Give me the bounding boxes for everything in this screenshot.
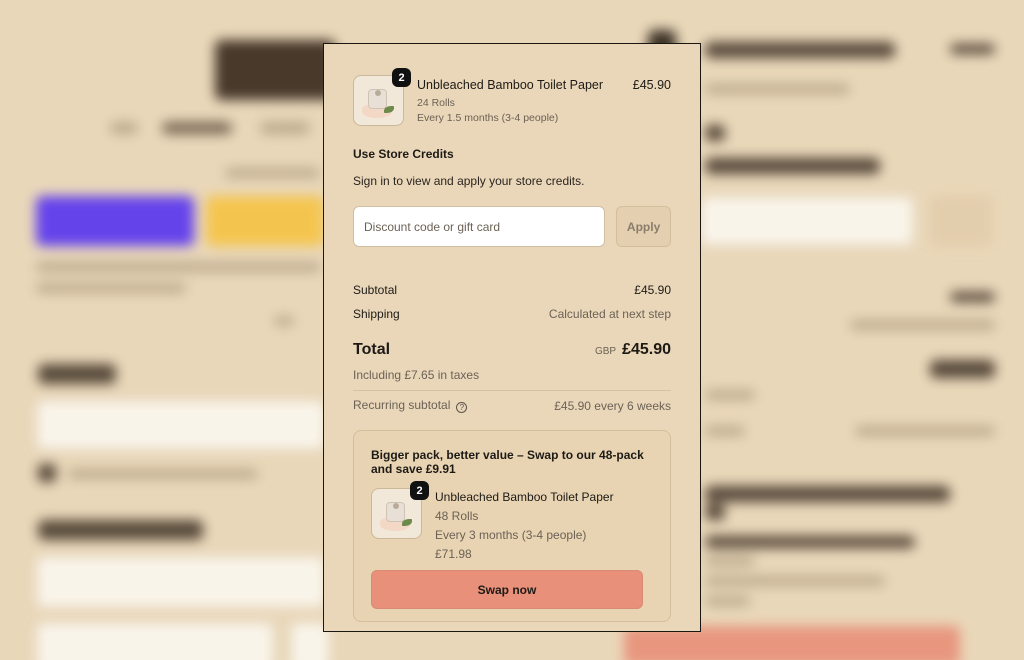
upsell-item-details: Unbleached Bamboo Toilet Paper 48 Rolls …	[435, 488, 653, 561]
total-amount: £45.90	[622, 341, 671, 358]
divider	[353, 390, 671, 391]
background-input	[36, 556, 326, 608]
discount-row: Apply	[353, 206, 671, 247]
background-text	[36, 283, 186, 293]
subtotal-row: Subtotal £45.90	[353, 283, 671, 297]
background-input	[36, 400, 326, 450]
subtotal-value: £45.90	[634, 283, 671, 297]
thumbnail-leaf	[384, 106, 394, 113]
shipping-row: Shipping Calculated at next step	[353, 307, 671, 321]
background-heading	[705, 486, 950, 502]
product-name: Unbleached Bamboo Toilet Paper	[417, 78, 604, 92]
background-text	[950, 292, 995, 302]
product-frequency: Every 1.5 months (3-4 people)	[417, 112, 559, 124]
background-heading	[38, 364, 116, 384]
background-breadcrumb	[162, 122, 232, 134]
background-text	[705, 556, 755, 566]
total-row: Total GBP £45.90	[353, 341, 671, 359]
upsell-title: Bigger pack, better value – Swap to our …	[371, 448, 644, 476]
background-text	[705, 576, 885, 586]
recurring-label-group: Recurring subtotal?	[353, 398, 468, 413]
upsell-card: Bigger pack, better value – Swap to our …	[353, 430, 671, 622]
total-label: Total	[353, 341, 391, 358]
product-thumbnail: 2	[353, 68, 411, 126]
background-pay-button	[36, 196, 194, 246]
apply-button[interactable]: Apply	[616, 206, 671, 247]
background-heading	[705, 536, 915, 548]
currency-code: GBP	[594, 346, 617, 357]
total-amount-group: GBP £45.90	[595, 341, 671, 359]
upsell-item: 2 Unbleached Bamboo Toilet Paper 48 Roll…	[371, 481, 653, 561]
shipping-label: Shipping	[353, 307, 400, 321]
product-price: £45.90	[632, 78, 671, 92]
thumbnail-roll	[368, 89, 387, 109]
store-credits-text: Sign in to view and apply your store cre…	[353, 174, 585, 188]
recurring-subtotal-row: Recurring subtotal? £45.90 every 6 weeks	[353, 398, 671, 413]
upsell-product-thumbnail: 2	[371, 481, 429, 539]
background-checkbox	[38, 464, 56, 482]
item-details: Unbleached Bamboo Toilet Paper 24 Rolls …	[417, 75, 633, 126]
background-text	[36, 262, 321, 272]
upsell-product-variant: 48 Rolls	[435, 509, 479, 523]
quantity-badge: 2	[392, 68, 411, 87]
background-breadcrumb	[110, 122, 138, 134]
thumbnail-leaf	[402, 519, 412, 526]
background-text	[705, 390, 755, 400]
background-text	[274, 316, 294, 326]
background-input	[700, 196, 914, 246]
background-text	[705, 596, 750, 606]
background-heading	[705, 504, 725, 520]
background-heading	[930, 360, 995, 378]
background-logo	[215, 40, 335, 100]
background-text	[850, 320, 995, 330]
background-breadcrumb	[260, 122, 310, 134]
upsell-product-name: Unbleached Bamboo Toilet Paper	[435, 490, 614, 504]
shipping-value: Calculated at next step	[548, 307, 671, 321]
discount-code-input[interactable]	[353, 206, 606, 247]
background-text	[225, 168, 320, 178]
question-circle-icon[interactable]: ?	[456, 402, 468, 413]
background-input	[36, 622, 274, 660]
background-heading	[705, 125, 725, 141]
subtotal-label: Subtotal	[353, 283, 398, 297]
background-text	[68, 469, 258, 479]
background-text	[705, 84, 850, 94]
product-variant: 24 Rolls	[417, 97, 455, 109]
store-credits-title: Use Store Credits	[353, 147, 454, 161]
recurring-subtotal-label: Recurring subtotal	[353, 398, 451, 412]
tax-note: Including £7.65 in taxes	[353, 368, 480, 382]
thumbnail-roll	[386, 502, 405, 522]
background-heading	[705, 42, 895, 58]
background-button	[930, 196, 992, 246]
background-heading	[38, 520, 203, 540]
upsell-product-frequency: Every 3 months (3-4 people)	[435, 528, 587, 542]
background-text	[855, 426, 995, 436]
background-heading	[705, 158, 880, 174]
background-text	[705, 426, 745, 436]
background-pay-button	[206, 196, 324, 246]
swap-now-button[interactable]: Swap now	[371, 570, 643, 609]
recurring-subtotal-value: £45.90 every 6 weeks	[554, 398, 671, 413]
cart-line-item: 2 Unbleached Bamboo Toilet Paper 24 Roll…	[353, 68, 671, 126]
order-summary-panel: 2 Unbleached Bamboo Toilet Paper 24 Roll…	[323, 43, 701, 632]
background-text	[950, 44, 995, 54]
upsell-quantity-badge: 2	[410, 481, 429, 500]
upsell-product-price: £71.98	[435, 547, 472, 561]
